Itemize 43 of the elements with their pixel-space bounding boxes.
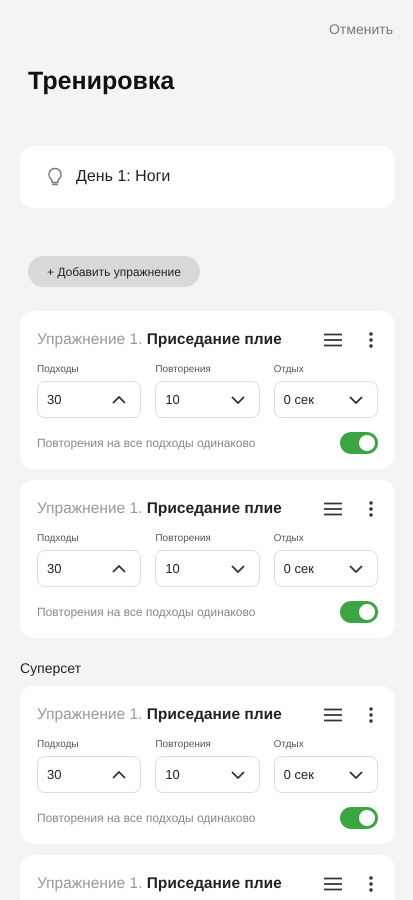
more-icon[interactable] (369, 876, 373, 892)
add-exercise-button[interactable]: + Добавить упражнение (28, 256, 200, 287)
drag-handle-icon[interactable] (324, 502, 342, 516)
exercise-title: Упражнение 1. Приседание плие (37, 500, 283, 518)
more-icon[interactable] (369, 707, 373, 723)
field-label: Отдых (274, 739, 305, 750)
drag-handle-icon[interactable] (324, 877, 342, 891)
select-field[interactable]: 10 (155, 756, 260, 793)
field-label: Повторения (155, 739, 212, 750)
exercise-title: Упражнение 1. Приседание плие (37, 331, 283, 349)
exercise-title: Упражнение 1. Приседание плие (37, 875, 283, 893)
toggle-label: Повторения на все подходы одинаково (37, 436, 256, 450)
field-label: Повторения (155, 364, 212, 375)
select-field[interactable]: 30 (37, 550, 142, 587)
toggle-switch[interactable] (340, 601, 378, 623)
drag-handle-icon[interactable] (324, 333, 342, 347)
exercise-title: Упражнение 1. Приседание плие (37, 706, 283, 724)
toggle-label: Повторения на все подходы одинаково (37, 605, 256, 619)
select-field[interactable]: 10 (155, 381, 260, 418)
field-label: Подходы (37, 533, 80, 544)
field-label: Отдых (274, 364, 305, 375)
section-heading: Суперсет (20, 660, 82, 676)
day-label: День 1: Ноги (76, 168, 170, 186)
select-field[interactable]: 0 сек (274, 756, 378, 793)
select-field[interactable]: 30 (37, 756, 142, 793)
cancel-link[interactable]: Отменить (329, 21, 393, 37)
day-card[interactable]: День 1: Ноги (20, 146, 395, 208)
select-field[interactable]: 0 сек (274, 550, 378, 587)
field-label: Повторения (155, 533, 212, 544)
toggle-switch[interactable] (340, 432, 378, 454)
page-title: Тренировка (28, 67, 176, 96)
toggle-switch[interactable] (340, 807, 378, 829)
field-label: Подходы (37, 739, 80, 750)
select-field[interactable]: 30 (37, 381, 142, 418)
select-field[interactable]: 10 (155, 550, 260, 587)
more-icon[interactable] (369, 501, 373, 517)
toggle-label: Повторения на все подходы одинаково (37, 811, 256, 825)
field-label: Отдых (274, 533, 305, 544)
drag-handle-icon[interactable] (324, 708, 342, 722)
more-icon[interactable] (369, 332, 373, 348)
lightbulb-icon (46, 167, 64, 187)
select-field[interactable]: 0 сек (274, 381, 378, 418)
field-label: Подходы (37, 364, 80, 375)
